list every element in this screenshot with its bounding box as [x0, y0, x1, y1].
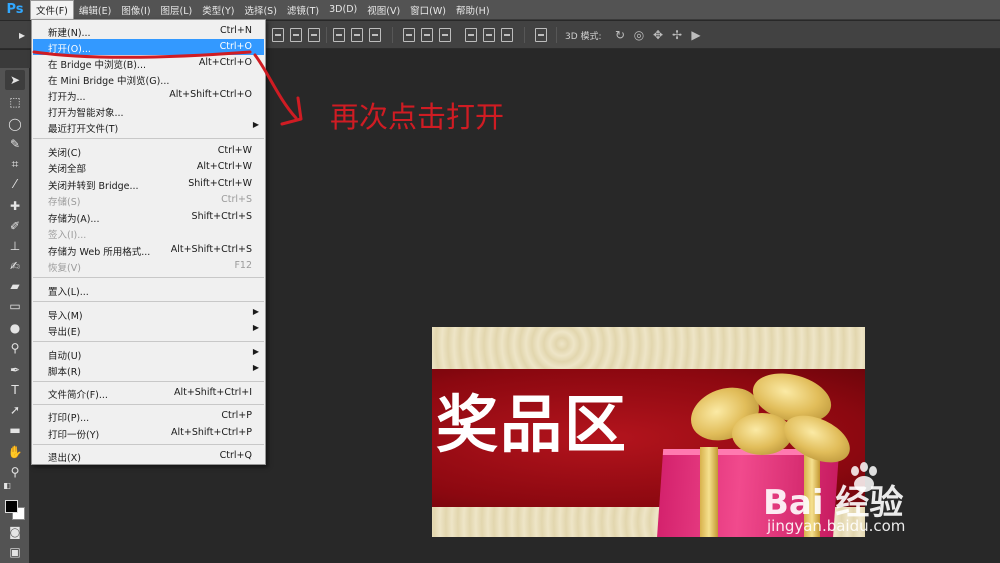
default-colors-icon[interactable]: ◧ [1, 480, 13, 492]
menu-item-save-as[interactable]: 存储为(A)... Shift+Ctrl+S [33, 209, 264, 225]
dodge-tool-icon[interactable]: ⚲ [5, 338, 25, 358]
menu-item-open-smart-object[interactable]: 打开为智能对象... [33, 103, 264, 119]
rotate-3d-icon[interactable]: ↻ [613, 28, 627, 42]
healing-brush-tool-icon[interactable]: ✚ [5, 196, 25, 216]
menu-layer[interactable]: 图层(L) [156, 0, 198, 20]
scale-3d-icon[interactable]: ▶ [689, 28, 703, 42]
align-bottom-icon[interactable] [308, 28, 320, 42]
quick-select-tool-icon[interactable]: ✎ [5, 134, 25, 154]
clone-stamp-tool-icon[interactable]: ⊥ [5, 236, 25, 256]
menu-view[interactable]: 视图(V) [362, 0, 405, 20]
auto-align-layers-icon[interactable] [535, 28, 547, 42]
menu-item-file-info[interactable]: 文件简介(F)... Alt+Shift+Ctrl+I [33, 385, 264, 401]
menu-item-scripts[interactable]: 脚本(R) ▶ [33, 362, 264, 378]
prize-area-text: 奖品区 [436, 388, 629, 461]
gradient-tool-icon[interactable]: ▭ [5, 296, 25, 316]
menu-3d[interactable]: 3D(D) [324, 0, 362, 20]
baidu-jingyan-watermark: Bai 经验 jingyan.baidu.com [755, 455, 995, 545]
align-hcenter-icon[interactable] [351, 28, 363, 42]
menu-filter[interactable]: 滤镜(T) [282, 0, 324, 20]
menu-edit[interactable]: 编辑(E) [74, 0, 116, 20]
submenu-arrow-icon: ▶ [252, 307, 259, 316]
menu-window[interactable]: 窗口(W) [405, 0, 451, 20]
file-menu-dropdown: 新建(N)... Ctrl+N 打开(O)... Ctrl+O 在 Bridge 中… [31, 19, 266, 465]
rectangle-tool-icon[interactable]: ▬ [5, 420, 25, 440]
align-left-icon[interactable] [333, 28, 345, 42]
distribute-left-icon[interactable] [465, 28, 477, 42]
menu-item-open[interactable]: 打开(O)... Ctrl+O [33, 39, 264, 55]
screen-mode-icon[interactable]: ▣ [5, 542, 25, 562]
submenu-arrow-icon: ▶ [252, 323, 259, 332]
menu-item-new[interactable]: 新建(N)... Ctrl+N [33, 23, 264, 39]
drag-3d-icon[interactable]: ✥ [651, 28, 665, 42]
menu-bar: Ps 文件(F) 编辑(E) 图像(I) 图层(L) 类型(Y) 选择(S) 滤… [0, 0, 1000, 20]
menu-item-print[interactable]: 打印(P)... Ctrl+P [33, 408, 264, 424]
menu-item-check-in[interactable]: 签入(I)... [33, 225, 264, 241]
align-right-icon[interactable] [369, 28, 381, 42]
menu-item-save-for-web[interactable]: 存储为 Web 所用格式... Alt+Shift+Ctrl+S [33, 242, 264, 258]
menu-item-import[interactable]: 导入(M) ▶ [33, 306, 264, 322]
menu-item-place[interactable]: 置入(L)... [33, 282, 264, 298]
menu-help[interactable]: 帮助(H) [451, 0, 495, 20]
align-vcenter-icon[interactable] [290, 28, 302, 42]
menu-item-close-to-bridge[interactable]: 关闭并转到 Bridge... Shift+Ctrl+W [33, 176, 264, 192]
distribute-vcenter-icon[interactable] [421, 28, 433, 42]
move-tool-icon[interactable]: ➤ [5, 70, 25, 90]
crop-tool-icon[interactable]: ⌗ [5, 154, 25, 174]
brush-tool-icon[interactable]: ✐ [5, 216, 25, 236]
menu-image[interactable]: 图像(I) [116, 0, 155, 20]
slide-3d-icon[interactable]: ✢ [670, 28, 684, 42]
menu-file[interactable]: 文件(F) [30, 0, 74, 20]
menu-item-browse-mini-bridge[interactable]: 在 Mini Bridge 中浏览(G)... [33, 71, 264, 87]
menu-item-save[interactable]: 存储(S) Ctrl+S [33, 192, 264, 208]
menu-item-close[interactable]: 关闭(C) Ctrl+W [33, 143, 264, 159]
distribute-right-icon[interactable] [501, 28, 513, 42]
quick-mask-icon[interactable]: ◙ [5, 522, 25, 542]
distribute-hcenter-icon[interactable] [483, 28, 495, 42]
menu-item-automate[interactable]: 自动(U) ▶ [33, 346, 264, 362]
menu-item-open-as[interactable]: 打开为... Alt+Shift+Ctrl+O [33, 87, 264, 103]
menu-item-export[interactable]: 导出(E) ▶ [33, 322, 264, 338]
tool-panel-header[interactable] [0, 50, 30, 68]
menu-item-revert[interactable]: 恢复(V) F12 [33, 258, 264, 274]
move-tool-preset-icon[interactable]: ▸ [12, 25, 32, 45]
mode-3d-label: 3D 模式: [565, 32, 602, 42]
path-select-tool-icon[interactable]: ➚ [5, 400, 25, 420]
distribute-bottom-icon[interactable] [439, 28, 451, 42]
watermark-url: jingyan.baidu.com [767, 517, 906, 535]
menu-item-browse-bridge[interactable]: 在 Bridge 中浏览(B)... Alt+Ctrl+O [33, 55, 264, 71]
align-top-icon[interactable] [272, 28, 284, 42]
blur-tool-icon[interactable]: ● [5, 318, 25, 338]
pen-tool-icon[interactable]: ✒ [5, 360, 25, 380]
menu-select[interactable]: 选择(S) [239, 0, 281, 20]
eyedropper-tool-icon[interactable]: ⁄ [5, 174, 25, 194]
menu-item-close-all[interactable]: 关闭全部 Alt+Ctrl+W [33, 159, 264, 175]
distribute-top-icon[interactable] [403, 28, 415, 42]
menu-type[interactable]: 类型(Y) [197, 0, 239, 20]
history-brush-tool-icon[interactable]: ✍ [5, 256, 25, 276]
roll-3d-icon[interactable]: ◎ [632, 28, 646, 42]
submenu-arrow-icon: ▶ [252, 347, 259, 356]
submenu-arrow-icon: ▶ [252, 120, 259, 129]
zoom-tool-icon[interactable]: ⚲ [5, 462, 25, 482]
marquee-tool-icon[interactable]: ⬚ [5, 92, 25, 112]
tool-panel: ➤ ⬚ ◯ ✎ ⌗ ⁄ ✚ ✐ ⊥ ✍ ▰ ▭ ● ⚲ ✒ T ➚ ▬ ✋ ⚲ … [0, 68, 30, 563]
menu-item-print-one-copy[interactable]: 打印一份(Y) Alt+Shift+Ctrl+P [33, 425, 264, 441]
photoshop-logo: Ps [0, 0, 30, 20]
menu-item-recent-files[interactable]: 最近打开文件(T) ▶ [33, 119, 264, 135]
menu-item-exit[interactable]: 退出(X) Ctrl+Q [33, 448, 264, 464]
annotation-text: 再次点击打开 [330, 100, 505, 134]
eraser-tool-icon[interactable]: ▰ [5, 276, 25, 296]
hand-tool-icon[interactable]: ✋ [5, 442, 25, 462]
lasso-tool-icon[interactable]: ◯ [5, 114, 25, 134]
foreground-color-swatch[interactable] [5, 500, 18, 513]
submenu-arrow-icon: ▶ [252, 363, 259, 372]
type-tool-icon[interactable]: T [5, 380, 25, 400]
